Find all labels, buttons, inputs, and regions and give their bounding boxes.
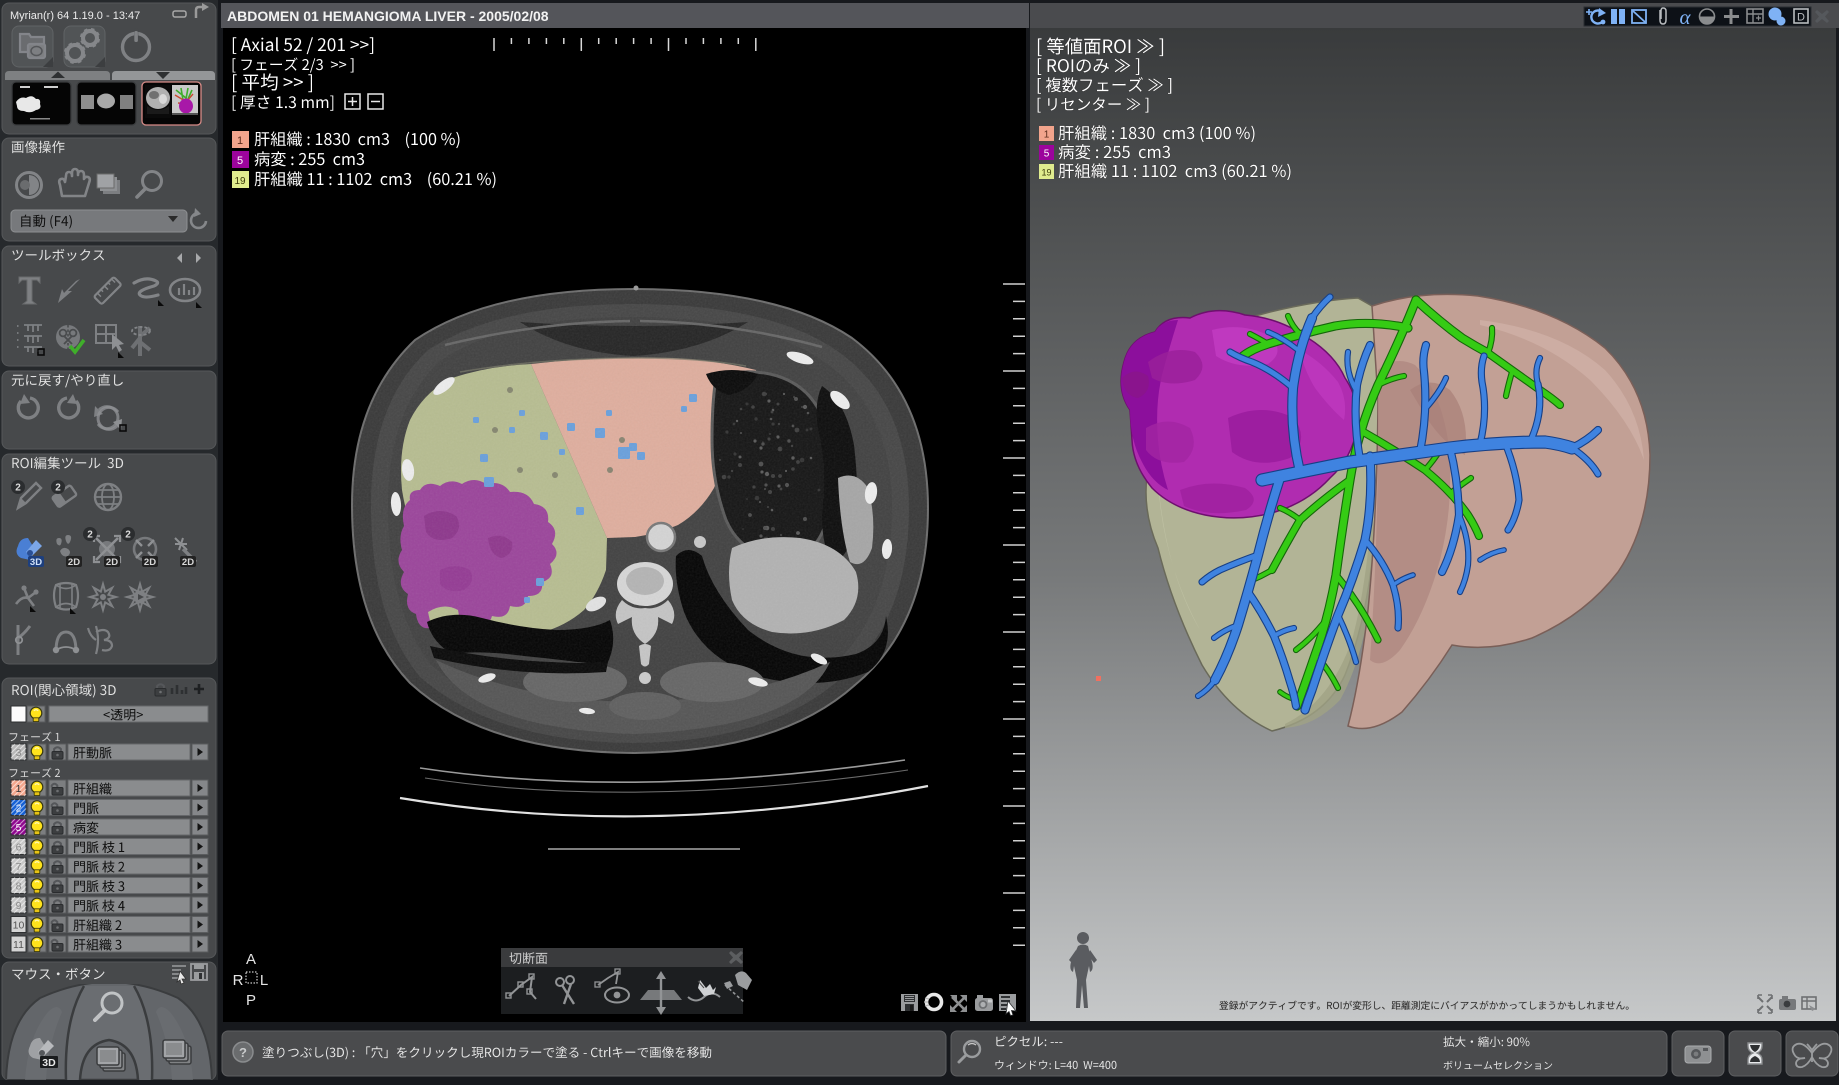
svg-text:α: α bbox=[1679, 5, 1691, 29]
svg-text:2: 2 bbox=[15, 483, 21, 494]
svg-text:7: 7 bbox=[16, 861, 22, 873]
svg-text:D: D bbox=[1797, 12, 1805, 24]
svg-text:1: 1 bbox=[16, 783, 22, 795]
svg-text:9: 9 bbox=[16, 900, 22, 912]
svg-text:2D: 2D bbox=[68, 557, 80, 568]
svg-text:2: 2 bbox=[87, 530, 93, 541]
svg-text:5: 5 bbox=[16, 822, 22, 834]
svg-text:3D: 3D bbox=[42, 1057, 56, 1069]
svg-text:2D: 2D bbox=[182, 557, 194, 568]
svg-text:L: L bbox=[260, 972, 268, 989]
svg-text:ABDOMEN 01 HEMANGIOMA LIVER -: ABDOMEN 01 HEMANGIOMA LIVER - 2005/02/08 bbox=[227, 8, 549, 24]
svg-text:5: 5 bbox=[237, 155, 243, 167]
svg-text:19: 19 bbox=[1041, 168, 1051, 178]
svg-text:8: 8 bbox=[16, 881, 22, 893]
svg-text:6: 6 bbox=[16, 842, 22, 854]
svg-text:5: 5 bbox=[1044, 149, 1050, 160]
svg-text:1: 1 bbox=[1044, 130, 1050, 141]
svg-text:2: 2 bbox=[55, 483, 61, 494]
svg-text:P: P bbox=[246, 992, 256, 1009]
svg-text:1: 1 bbox=[237, 135, 243, 147]
svg-text:3: 3 bbox=[16, 747, 22, 759]
svg-text:Myrian(r) 64 1.19.0 - 13:47: Myrian(r) 64 1.19.0 - 13:47 bbox=[10, 10, 140, 22]
svg-text:2D: 2D bbox=[106, 557, 118, 568]
svg-text:10: 10 bbox=[13, 920, 25, 932]
svg-text:2: 2 bbox=[16, 803, 22, 815]
svg-text:11: 11 bbox=[13, 939, 24, 951]
svg-text:19: 19 bbox=[234, 176, 246, 187]
svg-text:3D: 3D bbox=[30, 557, 42, 568]
svg-text:A: A bbox=[246, 951, 256, 968]
svg-text:2D: 2D bbox=[144, 557, 156, 568]
svg-text:?: ? bbox=[239, 1045, 247, 1060]
svg-text:R: R bbox=[233, 972, 244, 989]
svg-text:2: 2 bbox=[125, 530, 131, 541]
